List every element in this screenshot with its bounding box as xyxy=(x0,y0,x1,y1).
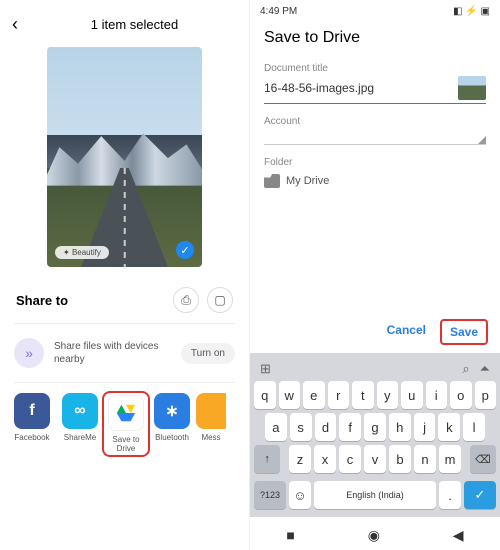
keyboard-row-1: qwertyuiop xyxy=(254,381,496,409)
folder-field[interactable]: Folder My Drive xyxy=(250,153,500,196)
bluetooth-icon: ∗ xyxy=(154,393,190,429)
key-y[interactable]: y xyxy=(377,381,399,409)
status-time: 4:49 PM xyxy=(260,6,453,17)
share-screen: ‹ 1 item selected ✦ Beautify ✓ Share to … xyxy=(0,0,250,550)
backspace-key[interactable]: ⌫ xyxy=(470,445,496,473)
shift-key[interactable]: ↑ xyxy=(254,445,280,473)
page-title: 1 item selected xyxy=(32,17,237,32)
key-n[interactable]: n xyxy=(414,445,436,473)
folder-value: My Drive xyxy=(286,175,329,187)
document-title-label: Document title xyxy=(264,63,486,74)
save-button[interactable]: Save xyxy=(440,319,488,345)
key-r[interactable]: r xyxy=(328,381,350,409)
emoji-key[interactable]: ☺ xyxy=(289,481,311,509)
share-app-shareme[interactable]: ∞ ShareMe xyxy=(56,393,104,455)
key-v[interactable]: v xyxy=(364,445,386,473)
key-t[interactable]: t xyxy=(352,381,374,409)
share-app-messages[interactable]: Mess xyxy=(196,393,226,455)
key-b[interactable]: b xyxy=(389,445,411,473)
nearby-share-row[interactable]: » Share files with devices nearby Turn o… xyxy=(0,328,249,378)
key-w[interactable]: w xyxy=(279,381,301,409)
nearby-icon: » xyxy=(14,338,44,368)
back-icon[interactable]: ‹ xyxy=(12,14,32,35)
cast-icon[interactable]: ▢ xyxy=(207,287,233,313)
selected-check-icon[interactable]: ✓ xyxy=(176,241,194,259)
key-u[interactable]: u xyxy=(401,381,423,409)
cancel-button[interactable]: Cancel xyxy=(379,319,434,345)
share-heading: Share to xyxy=(16,293,165,308)
dialog-actions: Cancel Save xyxy=(250,311,500,353)
print-icon[interactable]: ⎙ xyxy=(173,287,199,313)
status-icons: ◧ ⚡ ▣ xyxy=(453,6,490,17)
divider xyxy=(14,323,235,324)
key-j[interactable]: j xyxy=(414,413,436,441)
key-g[interactable]: g xyxy=(364,413,386,441)
folder-label: Folder xyxy=(264,157,486,168)
key-h[interactable]: h xyxy=(389,413,411,441)
dialog-title: Save to Drive xyxy=(250,23,500,59)
key-l[interactable]: l xyxy=(463,413,485,441)
symbols-key[interactable]: ?123 xyxy=(254,481,286,509)
share-app-save-to-drive[interactable]: Save to Drive xyxy=(102,391,150,457)
beautify-chip[interactable]: ✦ Beautify xyxy=(55,246,109,259)
document-title-input[interactable] xyxy=(264,81,458,95)
nav-bar: ■ ◉ ◀ xyxy=(250,517,500,550)
share-app-facebook[interactable]: f Facebook xyxy=(8,393,56,455)
key-c[interactable]: c xyxy=(339,445,361,473)
selected-photo[interactable]: ✦ Beautify ✓ xyxy=(47,47,202,267)
key-m[interactable]: m xyxy=(439,445,461,473)
nav-back-icon[interactable]: ◀ xyxy=(453,527,464,544)
shareme-icon: ∞ xyxy=(62,393,98,429)
account-field[interactable]: Account xyxy=(250,112,500,153)
header: ‹ 1 item selected xyxy=(0,0,249,43)
document-title-field: Document title xyxy=(250,59,500,112)
space-key[interactable]: English (India) xyxy=(314,481,436,509)
nav-recent-icon[interactable]: ■ xyxy=(286,527,294,544)
key-f[interactable]: f xyxy=(339,413,361,441)
key-o[interactable]: o xyxy=(450,381,472,409)
key-d[interactable]: d xyxy=(315,413,337,441)
key-e[interactable]: e xyxy=(303,381,325,409)
keyboard-toolbar: ⊞ ⌕ ⏶ xyxy=(254,357,496,381)
key-a[interactable]: a xyxy=(265,413,287,441)
keyboard-apps-icon[interactable]: ⊞ xyxy=(260,361,462,377)
keyboard-row-4: ?123 ☺ English (India) . ✓ xyxy=(254,481,496,509)
share-to-row: Share to ⎙ ▢ xyxy=(0,273,249,319)
period-key[interactable]: . xyxy=(439,481,461,509)
drive-icon xyxy=(108,395,144,431)
nav-home-icon[interactable]: ◉ xyxy=(368,527,380,544)
key-x[interactable]: x xyxy=(314,445,336,473)
photo-preview: ✦ Beautify ✓ xyxy=(0,43,249,273)
key-k[interactable]: k xyxy=(438,413,460,441)
status-bar: 4:49 PM ◧ ⚡ ▣ xyxy=(250,0,500,23)
key-q[interactable]: q xyxy=(254,381,276,409)
facebook-icon: f xyxy=(14,393,50,429)
save-to-drive-screen: 4:49 PM ◧ ⚡ ▣ Save to Drive Document tit… xyxy=(250,0,500,550)
divider xyxy=(14,382,235,383)
key-p[interactable]: p xyxy=(475,381,497,409)
app-share-row: f Facebook ∞ ShareMe Save to Drive ∗ Blu… xyxy=(0,387,249,469)
share-app-bluetooth[interactable]: ∗ Bluetooth xyxy=(148,393,196,455)
key-i[interactable]: i xyxy=(426,381,448,409)
keyboard-row-3: ↑ zxcvbnm ⌫ xyxy=(254,445,496,477)
keyboard-search-icon[interactable]: ⌕ xyxy=(462,361,469,377)
document-thumbnail xyxy=(458,76,486,100)
messages-icon xyxy=(196,393,226,429)
keyboard-row-3-letters: zxcvbnm xyxy=(283,445,467,473)
keyboard-row-2: asdfghjkl xyxy=(254,413,496,441)
keyboard: ⊞ ⌕ ⏶ qwertyuiop asdfghjkl ↑ zxcvbnm ⌫ ?… xyxy=(250,353,500,517)
keyboard-mic-icon[interactable]: ⏶ xyxy=(480,361,490,377)
enter-key[interactable]: ✓ xyxy=(464,481,496,509)
key-z[interactable]: z xyxy=(289,445,311,473)
nearby-label: Share files with devices nearby xyxy=(44,340,181,366)
folder-icon xyxy=(264,174,280,188)
turn-on-button[interactable]: Turn on xyxy=(181,343,235,364)
account-label: Account xyxy=(264,116,486,127)
key-s[interactable]: s xyxy=(290,413,312,441)
account-dropdown[interactable] xyxy=(264,129,486,145)
